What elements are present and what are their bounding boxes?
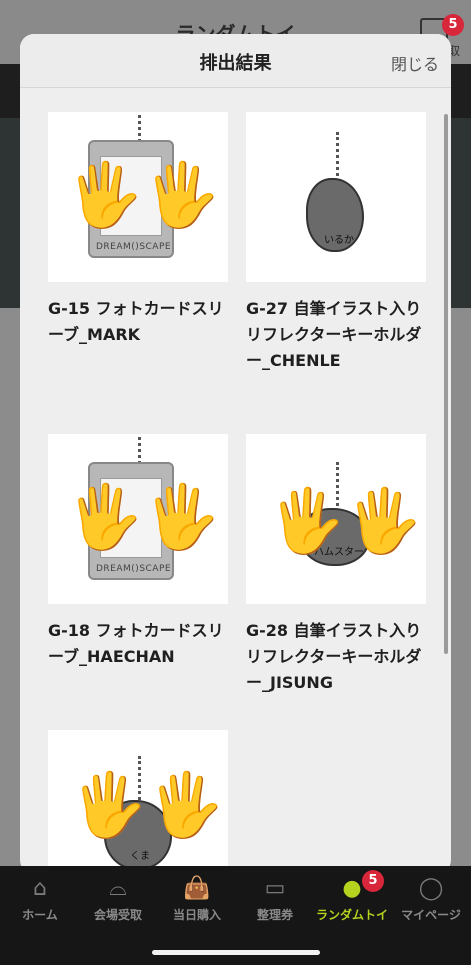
tab-venue-pickup[interactable]: ⌓ 会場受取 [78,874,158,923]
sleeve-print: DREAM()SCAPE [96,242,172,252]
result-item[interactable]: くま 🖐🖐 [48,730,228,874]
ticket-icon: ▭ [264,875,286,901]
ball-chain [336,132,339,182]
raised-hands-icon: 🖐🖐 [268,484,423,557]
box-badge: 5 [442,14,464,36]
tab-home[interactable]: ⌂ ホーム [0,874,80,923]
sleeve-print: DREAM()SCAPE [96,564,172,574]
tab-random-toy[interactable]: ● 5 ランダムトイ [312,870,392,923]
modal-title: 排出結果 [199,53,272,74]
tab-ticket[interactable]: ▭ 整理券 [235,874,315,923]
result-item[interactable]: DREAM()SCAPE 🖐🖐 G-18 フォトカードスリーブ_HAECHAN [48,434,228,670]
result-item[interactable]: DREAM()SCAPE 🖐🖐 G-15 フォトカードスリーブ_MARK [48,112,228,348]
venue-icon: ⌓ [109,875,127,901]
item-image: DREAM()SCAPE 🖐🖐 [48,434,228,604]
ball-chain [138,112,141,142]
modal-header: 排出結果 閉じる [20,34,451,88]
dolphin-charm: いるか [306,178,364,252]
shopping-bag-icon: 👜 [183,875,211,901]
scrollbar[interactable] [444,114,448,654]
item-label: G-28 自筆イラスト入りリフレクターキーホルダー_JISUNG [246,621,422,692]
result-modal: 排出結果 閉じる DREAM()SCAPE 🖐🖐 G-15 フォトカードスリーブ… [20,34,451,874]
ball-chain [138,434,141,464]
item-image: いるか [246,112,426,282]
result-item[interactable]: ハムスター 🖐🖐 G-28 自筆イラスト入りリフレクターキーホルダー_JISUN… [246,434,426,696]
tab-same-day-purchase[interactable]: 👜 当日購入 [157,874,237,923]
item-image: ハムスター 🖐🖐 [246,434,426,604]
result-grid[interactable]: DREAM()SCAPE 🖐🖐 G-15 フォトカードスリーブ_MARK いるか… [20,88,451,874]
item-image: DREAM()SCAPE 🖐🖐 [48,112,228,282]
item-image: くま 🖐🖐 [48,730,228,874]
tab-badge: 5 [362,870,384,892]
close-button[interactable]: 閉じる [391,51,439,75]
home-icon: ⌂ [33,875,47,901]
home-indicator [152,950,320,955]
item-label: G-18 フォトカードスリーブ_HAECHAN [48,621,224,666]
tab-my-page[interactable]: ◯ マイページ [391,874,471,923]
result-item[interactable]: いるか G-27 自筆イラスト入りリフレクターキーホルダー_CHENLE [246,112,426,374]
raised-hands-icon: 🖐🖐 [70,768,225,841]
item-label: G-15 フォトカードスリーブ_MARK [48,299,224,344]
raised-hands-icon: 🖐🖐 [66,480,221,553]
raised-hands-icon: 🖐🖐 [66,158,221,231]
user-icon: ◯ [418,875,444,901]
item-label: G-27 自筆イラスト入りリフレクターキーホルダー_CHENLE [246,299,422,370]
